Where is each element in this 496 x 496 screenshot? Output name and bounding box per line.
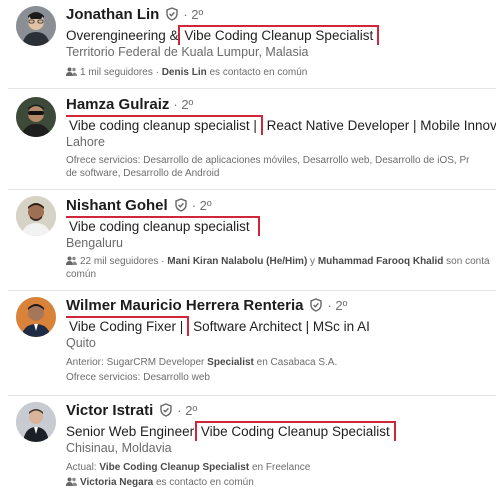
people-icon <box>66 477 77 486</box>
mutual-connections[interactable]: 1 mil seguidores · Denis Lin es contacto… <box>66 66 496 79</box>
connection-degree: 2º <box>199 197 212 213</box>
headline-text: Senior Web Engineer <box>66 424 198 439</box>
person-name[interactable]: Wilmer Mauricio Herrera Renteria <box>66 297 303 314</box>
mutual-contact-name[interactable]: Victoria Negara <box>80 477 153 488</box>
person-name[interactable]: Jonathan Lin <box>66 6 159 23</box>
headline: Vibe Coding Fixer | Software Architect |… <box>66 316 496 336</box>
mutual-contact-name[interactable]: Muhammad Farooq Khalid <box>318 256 444 267</box>
person-name[interactable]: Nishant Gohel <box>66 197 168 214</box>
highlight-box: Vibe Coding Cleanup Specialist <box>178 25 380 45</box>
result-card-nishant-gohel[interactable]: Nishant Gohel · 2º Vibe coding cleanup s… <box>0 190 496 290</box>
mutual-suffix-cont: común <box>66 269 97 280</box>
people-icon <box>66 67 77 76</box>
highlight-box: Vibe Coding Cleanup Specialist <box>194 421 396 441</box>
connection-degree: 2º <box>185 402 198 418</box>
headline: Vibe coding cleanup specialist | React N… <box>66 115 496 135</box>
connection-degree: 2º <box>181 96 194 112</box>
current-role-title: Vibe Coding Cleanup Specialist <box>99 462 250 473</box>
headline: Vibe coding cleanup specialist <box>66 216 496 236</box>
location: Quito <box>66 336 96 350</box>
avatar[interactable] <box>16 6 56 46</box>
current-role-label: Actual: <box>66 462 100 473</box>
mutual-contact-name[interactable]: Mani Kiran Nalabolu (He/Him) <box>167 256 307 267</box>
avatar[interactable] <box>16 97 56 137</box>
result-card-hamza-gulraiz[interactable]: Hamza Gulraiz · 2º Vibe coding cleanup s… <box>0 89 496 189</box>
avatar[interactable] <box>16 297 56 337</box>
mutual-contact-name[interactable]: Denis Lin <box>162 67 207 78</box>
people-icon <box>66 256 77 265</box>
headline-text: React Native Developer | Mobile Innovati… <box>266 118 496 133</box>
past-role-label: Anterior: SugarCRM Developer <box>66 357 208 368</box>
connection-degree: 2º <box>191 6 204 22</box>
services-line[interactable]: Ofrece servicios: Desarrollo web <box>66 370 496 385</box>
headline-text: Overengineering & <box>66 28 183 43</box>
headline-text: Software Architect | MSc in AI <box>189 319 370 334</box>
result-card-victor-istrati[interactable]: Victor Istrati · 2º Senior Web Engineer … <box>0 396 496 496</box>
mutual-suffix: es contacto en común <box>153 477 254 488</box>
past-role-keyword: Specialist <box>207 357 254 368</box>
search-results-list: Jonathan Lin · 2º Overengineering & Vibe… <box>0 0 496 496</box>
highlight-box: Vibe Coding Fixer | <box>66 316 190 336</box>
highlight-box: Vibe coding cleanup specialist | <box>66 115 263 135</box>
headline: Senior Web Engineer Vibe Coding Cleanup … <box>66 421 496 441</box>
result-card-jonathan-lin[interactable]: Jonathan Lin · 2º Overengineering & Vibe… <box>0 0 496 88</box>
mutual-connections[interactable]: Victoria Negara es contacto en común <box>66 475 496 490</box>
location: Bengaluru <box>66 236 123 250</box>
verified-shield-icon <box>174 198 188 212</box>
highlight-box: Vibe coding cleanup specialist <box>66 216 260 236</box>
location: Territorio Federal de Kuala Lumpur, Mala… <box>66 45 309 59</box>
current-role-company: en Freelance <box>249 462 311 473</box>
location: Lahore <box>66 135 105 149</box>
headline: Overengineering & Vibe Coding Cleanup Sp… <box>66 25 496 45</box>
services-line: Ofrece servicios: Desarrollo de aplicaci… <box>66 155 470 166</box>
mutual-suffix: son conta <box>443 256 490 267</box>
services-offered[interactable]: Ofrece servicios: Desarrollo de aplicaci… <box>66 154 496 180</box>
mutual-suffix: es contacto en común <box>206 67 308 78</box>
person-name[interactable]: Hamza Gulraiz <box>66 96 169 113</box>
avatar[interactable] <box>16 196 56 236</box>
experience-summary: Anterior: SugarCRM Developer Specialist … <box>66 355 496 385</box>
followers-count: 22 mil seguidores · <box>80 256 168 267</box>
services-line: de software, Desarrollo de Android <box>66 168 220 179</box>
verified-shield-icon <box>309 298 323 312</box>
verified-shield-icon <box>165 7 179 21</box>
conjunction: y <box>307 256 318 267</box>
followers-count: 1 mil seguidores <box>80 67 153 78</box>
past-role-company: en Casabaca S.A. <box>253 357 338 368</box>
mutual-connections[interactable]: 22 mil seguidores · Mani Kiran Nalabolu … <box>66 255 496 281</box>
experience-summary: Actual: Vibe Coding Cleanup Specialist e… <box>66 460 496 490</box>
location: Chisinau, Moldavia <box>66 441 172 455</box>
person-name[interactable]: Victor Istrati <box>66 402 153 419</box>
avatar[interactable] <box>16 402 56 442</box>
result-card-wilmer-herrera[interactable]: Wilmer Mauricio Herrera Renteria · 2º Vi… <box>0 291 496 395</box>
connection-degree: 2º <box>335 297 348 313</box>
verified-shield-icon <box>159 403 173 417</box>
